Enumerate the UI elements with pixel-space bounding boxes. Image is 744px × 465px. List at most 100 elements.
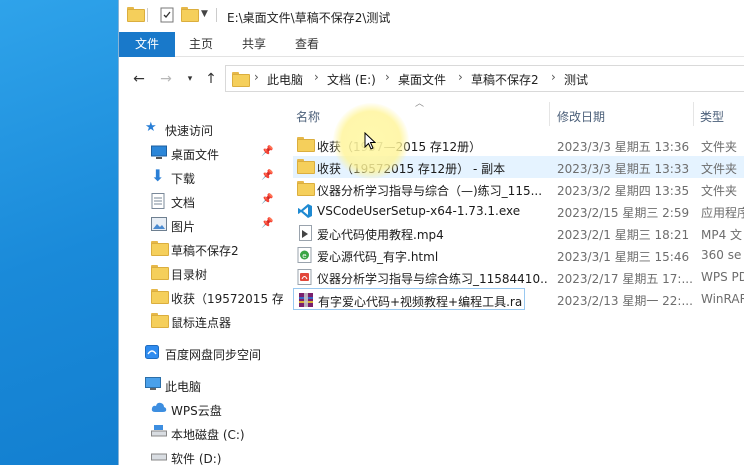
list-item[interactable]: 有字爱心代码+视频教程+编程工具.rar [293,288,525,310]
folder-icon [127,7,145,23]
file-date: 2023/3/1 星期三 15:46 [557,250,690,264]
breadcrumb-separator-icon[interactable]: › [314,70,319,84]
sidebar-item-drive-d[interactable]: 软件 (D:) [119,446,287,465]
column-header-name[interactable]: 名称 [296,108,320,125]
recent-locations-chevron-icon[interactable]: ▾ [181,70,199,88]
sidebar-item-label: 下载 [171,172,196,186]
file-type: WinRAR [701,292,744,306]
title-bar: ▼ E:\桌面文件\草稿不保存2\测试 [119,0,744,32]
download-arrow-icon: ⬇ [151,166,165,185]
sidebar-item-label: 图片 [171,220,196,234]
sidebar-item-label: 百度网盘同步空间 [165,348,262,362]
file-name: 仪器分析学习指导与综合练习_11584410... [317,272,547,286]
up-arrow-icon[interactable]: ↑ [202,70,220,88]
file-type: MP4 文 [701,228,743,242]
list-item[interactable]: VSCodeUserSetup-x64-1.73.1.exe 2023/2/15… [293,200,744,222]
sidebar-item-documents[interactable]: 文档 📌 [119,190,287,212]
file-name: 收获（19572015 存12册） - 副本 [317,162,506,176]
column-header-type[interactable]: 类型 [700,108,724,125]
sidebar-item-draft-folder[interactable]: 草稿不保存2 [119,238,287,260]
new-folder-icon[interactable] [181,7,199,23]
file-list: ︿ 名称 修改日期 类型 收获（1957—2015 存12册） 2023/3/3… [287,96,744,465]
breadcrumb-drive-e[interactable]: 文档 (E:) [327,71,376,88]
breadcrumb-this-pc[interactable]: 此电脑 [267,71,303,88]
pin-icon[interactable]: 📌 [261,146,273,157]
file-type: WPS PD [701,270,744,284]
tab-home[interactable]: 主页 [183,32,219,57]
folder-icon [151,289,169,304]
pdf-file-icon [297,269,313,285]
baidu-netdisk-icon [145,345,161,360]
sidebar-item-directory-tree[interactable]: 目录树 [119,262,287,284]
list-item-details[interactable]: 2023/2/13 星期一 22:... WinRAR [525,288,744,310]
address-toolbar: ← → ▾ ↑ › 此电脑 › 文档 (E:) › 桌面文件 › 草稿不保存2 … [119,62,744,96]
pin-icon[interactable]: 📌 [261,170,273,181]
file-name: 仪器分析学习指导与综合（—)练习_115... [317,184,543,198]
pin-icon[interactable]: 📌 [261,194,273,205]
folder-icon [297,159,315,175]
column-divider[interactable] [549,102,550,126]
file-name: 爱心代码使用教程.mp4 [317,228,444,242]
sidebar-item-label: 软件 (D:) [171,452,222,465]
tab-file[interactable]: 文件 [119,32,175,57]
list-item[interactable]: 收获（19572015 存12册） - 副本 2023/3/3 星期五 13:3… [293,156,744,178]
breadcrumb-separator-icon[interactable]: › [551,70,556,84]
sidebar-item-baidu-netdisk[interactable]: 百度网盘同步空间 [119,342,287,364]
mouse-pointer-icon [364,132,376,150]
sidebar-item-quick-access[interactable]: ★ 快速访问 [119,118,287,140]
properties-icon[interactable] [159,7,175,26]
sidebar-item-label: 快速访问 [165,124,214,138]
list-item[interactable]: 爱心代码使用教程.mp4 2023/2/1 星期三 18:21 MP4 文 [293,222,744,244]
navigation-pane: ★ 快速访问 桌面文件 📌 ⬇ 下载 📌 文档 📌 图片 📌 草稿不保存2 目录… [119,96,287,465]
list-item[interactable]: 仪器分析学习指导与综合（—)练习_115... 2023/3/2 星期四 13:… [293,178,744,200]
sidebar-item-wps-cloud[interactable]: WPS云盘 [119,398,287,420]
address-bar[interactable]: › 此电脑 › 文档 (E:) › 桌面文件 › 草稿不保存2 › 测试 [225,65,744,92]
sidebar-item-label: 桌面文件 [171,148,220,162]
sidebar-item-label: 文档 [171,196,196,210]
folder-icon [151,265,169,280]
forward-arrow-icon[interactable]: → [157,70,175,88]
folder-icon [151,313,169,328]
sidebar-item-drive-c[interactable]: 本地磁盘 (C:) [119,422,287,444]
sidebar-item-label: WPS云盘 [171,404,222,418]
file-date: 2023/3/3 星期五 13:33 [557,162,690,176]
computer-icon [145,377,161,392]
list-item[interactable]: 收获（1957—2015 存12册） 2023/3/3 星期五 13:36 文件… [293,134,744,156]
column-header-date[interactable]: 修改日期 [557,108,605,125]
star-icon: ★ [145,120,157,135]
sidebar-item-label: 本地磁盘 (C:) [171,428,245,442]
breadcrumb-desktop-files[interactable]: 桌面文件 [398,71,446,88]
list-item[interactable]: e 爱心源代码_有字.html 2023/3/1 星期三 15:46 360 s… [293,244,744,266]
breadcrumb-test[interactable]: 测试 [564,71,588,88]
vscode-icon [297,203,313,219]
file-name: 爱心源代码_有字.html [317,250,439,264]
file-date: 2023/3/2 星期四 13:35 [557,184,690,198]
file-date: 2023/3/3 星期五 13:36 [557,140,690,154]
breadcrumb-separator-icon[interactable]: › [458,70,463,84]
desktop-icon [151,145,167,160]
sidebar-item-label: 草稿不保存2 [171,244,239,258]
sidebar-item-harvest-folder[interactable]: 收获（19572015 存 [119,286,287,308]
sidebar-item-label: 鼠标连点器 [171,316,232,330]
customize-toolbar-icon[interactable]: ▼ [201,9,208,19]
sidebar-item-downloads[interactable]: ⬇ 下载 📌 [119,166,287,188]
file-date: 2023/2/13 星期一 22:... [557,294,693,308]
pin-icon[interactable]: 📌 [261,218,273,229]
column-divider[interactable] [693,102,694,126]
list-item[interactable]: 仪器分析学习指导与综合练习_11584410... 2023/2/17 星期五 … [293,266,744,288]
sidebar-item-pictures[interactable]: 图片 📌 [119,214,287,236]
breadcrumb-draft-folder[interactable]: 草稿不保存2 [471,71,539,88]
tab-view[interactable]: 查看 [289,32,325,57]
file-date: 2023/2/17 星期五 17:... [557,272,693,286]
sidebar-item-desktop-files[interactable]: 桌面文件 📌 [119,142,287,164]
breadcrumb-separator-icon[interactable]: › [254,70,259,84]
drive-icon [151,425,167,440]
breadcrumb-separator-icon[interactable]: › [385,70,390,84]
picture-icon [151,217,167,232]
folder-icon [297,181,315,197]
folder-icon [232,72,250,88]
back-arrow-icon[interactable]: ← [130,70,148,88]
sidebar-item-this-pc[interactable]: 此电脑 [119,374,287,396]
tab-share[interactable]: 共享 [236,32,272,57]
sidebar-item-mouse-clicker[interactable]: 鼠标连点器 [119,310,287,332]
